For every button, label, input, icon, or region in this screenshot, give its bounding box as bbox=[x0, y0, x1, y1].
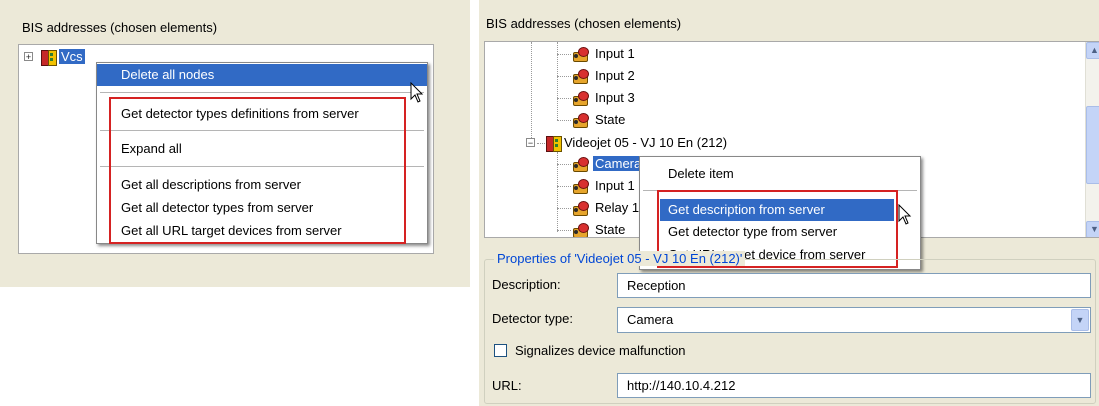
tree-line bbox=[557, 186, 571, 187]
device-icon bbox=[545, 135, 562, 152]
device-icon bbox=[40, 49, 57, 66]
tree-line bbox=[531, 42, 532, 142]
tree-line bbox=[537, 143, 545, 144]
menu-item-delete-item[interactable]: Delete item bbox=[640, 163, 920, 185]
mouse-cursor-icon bbox=[898, 204, 912, 226]
detector-icon bbox=[571, 156, 589, 172]
right-panel: BIS addresses (chosen elements) Input 1 … bbox=[479, 0, 1099, 406]
detector-icon bbox=[571, 222, 589, 237]
tree-node-label[interactable]: Vcs bbox=[59, 49, 85, 64]
properties-group: Properties of 'Videojet 05 - VJ 10 En (2… bbox=[484, 251, 1096, 404]
left-panel: BIS addresses (chosen elements) + Vcs De… bbox=[0, 0, 470, 287]
detector-icon bbox=[571, 46, 589, 62]
detector-type-select[interactable]: Camera ▼ bbox=[617, 307, 1091, 333]
panel-title: BIS addresses (chosen elements) bbox=[486, 16, 682, 31]
tree-item-label[interactable]: Camera bbox=[593, 156, 644, 171]
malfunction-label: Signalizes device malfunction bbox=[515, 343, 686, 358]
detector-icon bbox=[571, 68, 589, 84]
scroll-up-icon[interactable]: ▲ bbox=[1086, 42, 1099, 59]
chevron-down-icon[interactable]: ▼ bbox=[1071, 309, 1089, 331]
tree-item-input-2[interactable]: Input 2 bbox=[595, 68, 635, 83]
group-legend: Properties of 'Videojet 05 - VJ 10 En (2… bbox=[494, 251, 746, 266]
tree-item-state[interactable]: State bbox=[595, 112, 625, 127]
description-label: Description: bbox=[492, 277, 561, 292]
tree-item-relay-1[interactable]: Relay 1 bbox=[595, 200, 639, 215]
annotation-highlight-box bbox=[109, 97, 406, 244]
url-label: URL: bbox=[492, 378, 522, 393]
mouse-cursor-icon bbox=[410, 82, 424, 104]
tree-line bbox=[557, 54, 571, 55]
tree-line bbox=[557, 164, 571, 165]
menu-item-delete-all-nodes[interactable]: Delete all nodes bbox=[97, 64, 427, 86]
tree-item-camera[interactable]: Camera bbox=[593, 156, 644, 171]
tree-node-vcs[interactable]: Vcs bbox=[59, 49, 85, 64]
url-field[interactable]: http://140.10.4.212 bbox=[617, 373, 1091, 398]
tree-node-videojet[interactable]: Videojet 05 - VJ 10 En (212) bbox=[564, 135, 727, 150]
tree-line bbox=[557, 208, 571, 209]
collapse-toggle[interactable]: − bbox=[526, 138, 535, 148]
detector-icon bbox=[571, 90, 589, 106]
scroll-down-icon[interactable]: ▼ bbox=[1086, 221, 1099, 237]
tree-item-input-3[interactable]: Input 3 bbox=[595, 90, 635, 105]
detector-icon bbox=[571, 200, 589, 216]
detector-icon bbox=[571, 178, 589, 194]
description-field[interactable]: Reception bbox=[617, 273, 1091, 298]
expand-toggle[interactable]: + bbox=[24, 52, 33, 62]
tree-line bbox=[557, 98, 571, 99]
panel-title: BIS addresses (chosen elements) bbox=[22, 20, 218, 35]
menu-separator bbox=[100, 92, 424, 93]
tree-item-input-1[interactable]: Input 1 bbox=[595, 178, 635, 193]
detector-icon bbox=[571, 112, 589, 128]
tree-line bbox=[557, 76, 571, 77]
tree-line bbox=[557, 120, 571, 121]
tree-item-state[interactable]: State bbox=[595, 222, 625, 237]
detector-type-value: Camera bbox=[627, 312, 674, 327]
detector-type-label: Detector type: bbox=[492, 311, 573, 326]
tree-item-input-1[interactable]: Input 1 bbox=[595, 46, 635, 61]
malfunction-checkbox[interactable] bbox=[494, 344, 507, 357]
tree-line bbox=[557, 230, 571, 231]
vertical-scrollbar[interactable]: ▲ ▼ bbox=[1085, 42, 1099, 237]
scrollbar-thumb[interactable] bbox=[1086, 106, 1099, 184]
